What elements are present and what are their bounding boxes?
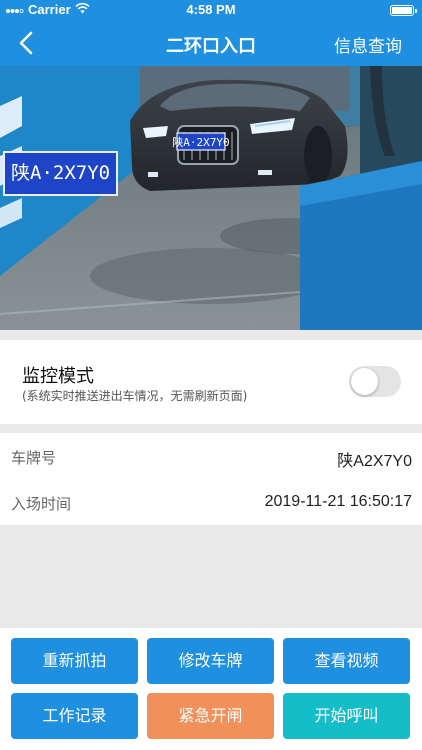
chevron-left-icon xyxy=(12,31,42,62)
monitor-mode-hint: (系统实时推送进出车情况，无需刷新页面) xyxy=(22,389,248,403)
plate-recognition-overlay: 陕A·2X7Y0 xyxy=(3,151,119,196)
work-log-button[interactable]: 工作记录 xyxy=(11,693,138,739)
battery-icon xyxy=(390,5,417,16)
camera-snapshot: 陕A·2X7Y0 陕A·2X7Y0 xyxy=(0,66,422,330)
monitor-mode-label: 监控模式 xyxy=(22,366,94,387)
toggle-knob xyxy=(351,368,378,395)
back-button[interactable] xyxy=(12,28,42,58)
parking-scene-image: 陕A·2X7Y0 xyxy=(0,66,422,330)
monitor-mode-section: 监控模式 (系统实时推送进出车情况，无需刷新页面) xyxy=(0,340,422,424)
plate-number-row: 车牌号 陕A2X7Y0 xyxy=(0,433,422,479)
monitor-mode-toggle[interactable] xyxy=(349,366,401,397)
info-query-button[interactable]: 信息查询 xyxy=(334,32,402,57)
navigation-bar: 二环口入口 信息查询 xyxy=(0,20,422,66)
recapture-button[interactable]: 重新抓拍 xyxy=(11,638,138,684)
entry-time-value: 2019-11-21 16:50:17 xyxy=(264,493,412,510)
status-bar: Carrier 4:58 PM xyxy=(0,0,422,20)
start-call-button[interactable]: 开始呼叫 xyxy=(283,693,410,739)
view-video-button[interactable]: 查看视频 xyxy=(283,638,410,684)
action-panel: 重新抓拍 修改车牌 查看视频 工作记录 紧急开闸 开始呼叫 xyxy=(0,628,422,750)
entry-time-label: 入场时间 xyxy=(11,495,72,513)
vehicle-info-panel: 车牌号 陕A2X7Y0 入场时间 2019-11-21 16:50:17 xyxy=(0,433,422,525)
car-plate-text: 陕A·2X7Y0 xyxy=(172,135,229,149)
edit-plate-button[interactable]: 修改车牌 xyxy=(147,638,274,684)
plate-number-value: 陕A2X7Y0 xyxy=(337,453,412,470)
clock: 4:58 PM xyxy=(186,2,236,17)
emergency-open-button[interactable]: 紧急开闸 xyxy=(147,693,274,739)
plate-number-label: 车牌号 xyxy=(11,449,57,467)
entry-time-row: 入场时间 2019-11-21 16:50:17 xyxy=(0,479,422,525)
